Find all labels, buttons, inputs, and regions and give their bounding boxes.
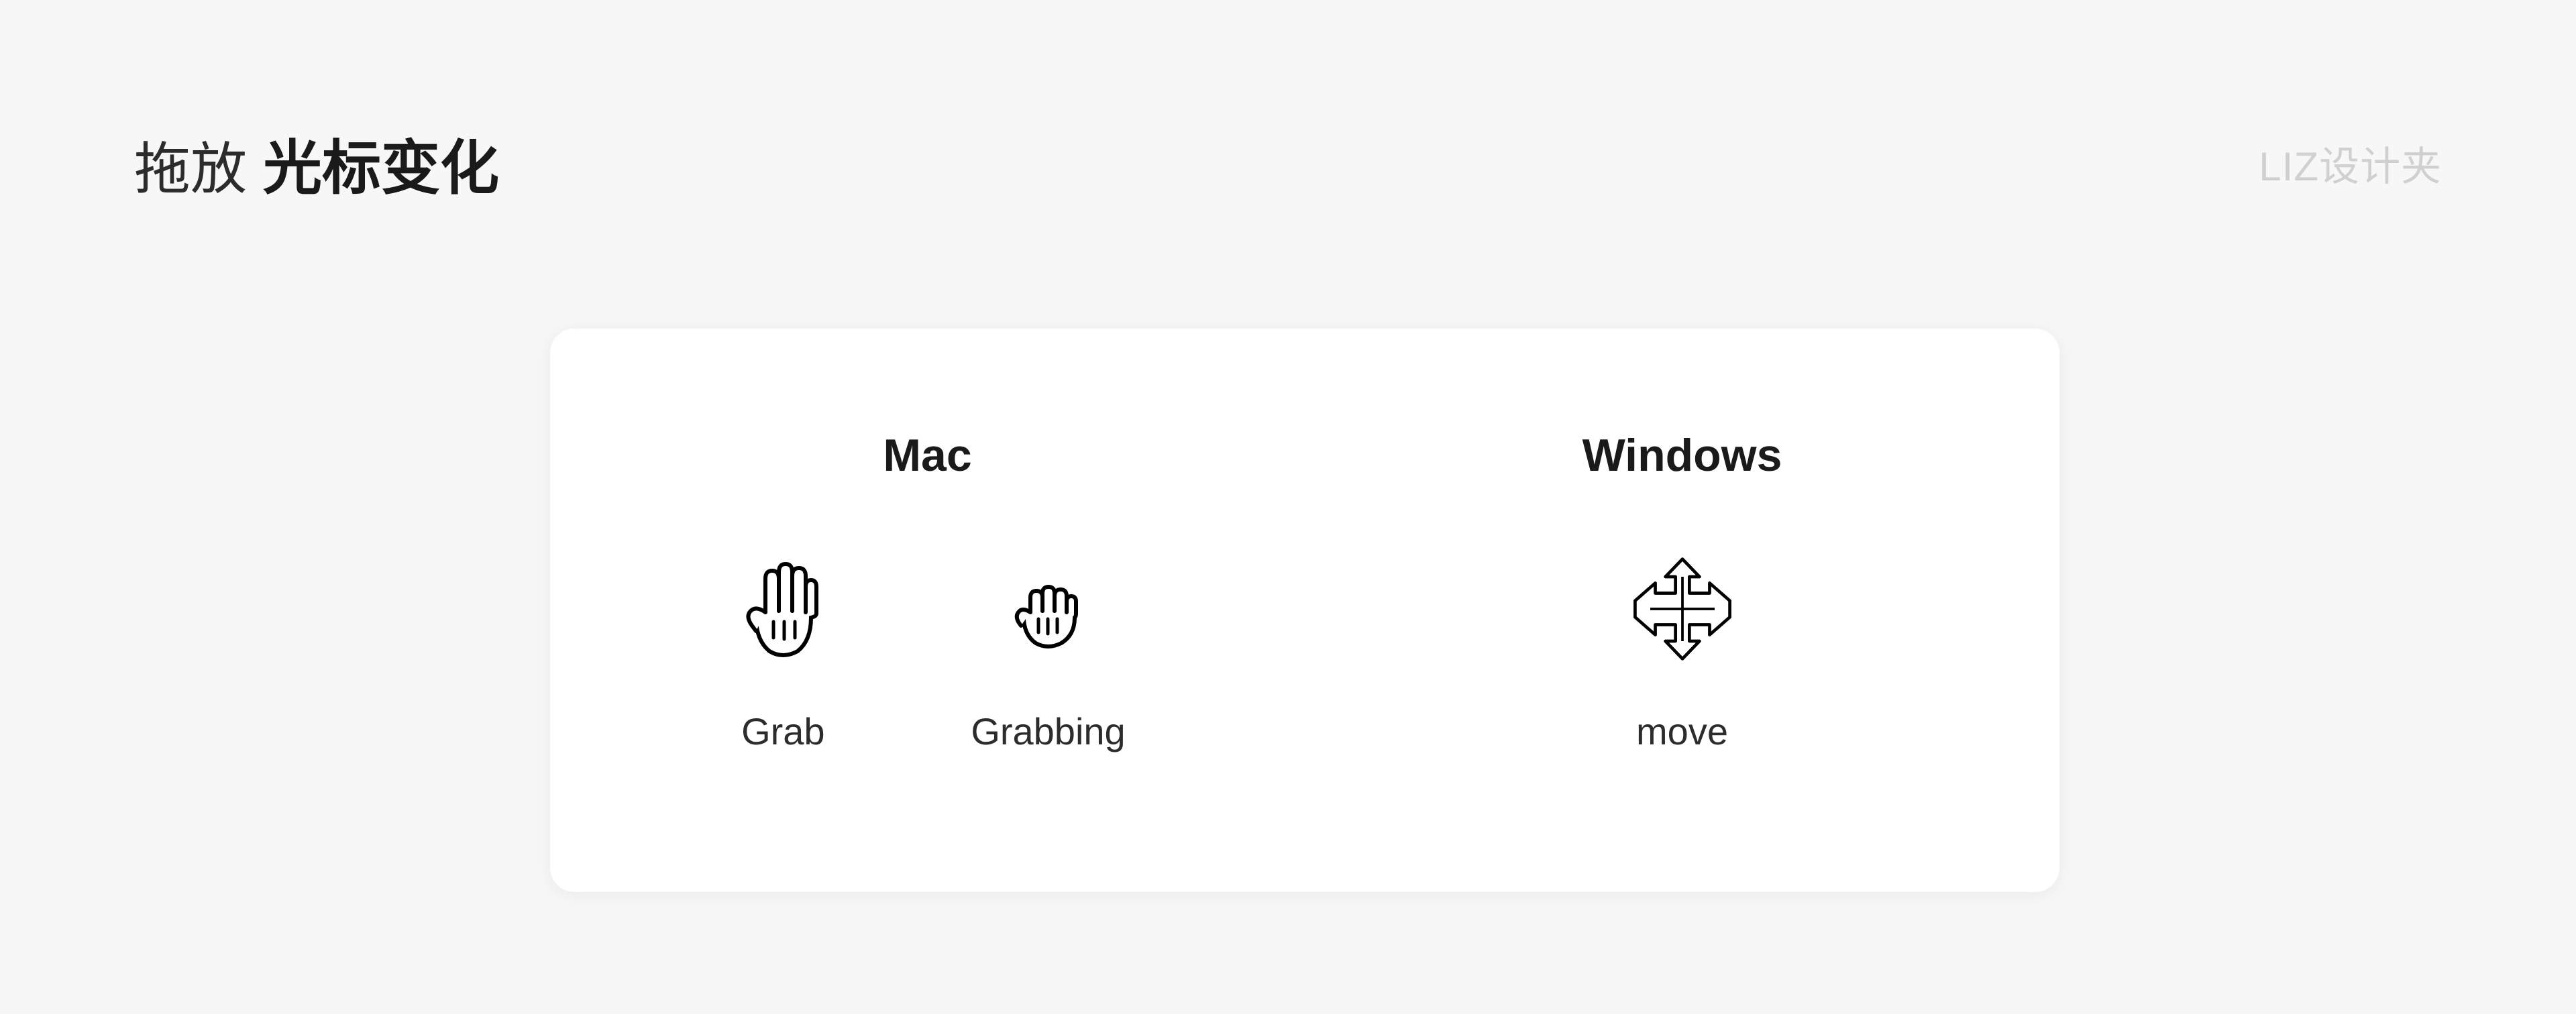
cursor-label-grabbing: Grabbing [971, 710, 1125, 753]
cursor-label-move: move [1636, 710, 1728, 753]
cursor-card: Mac [550, 329, 2059, 892]
cursor-row-windows: move [1629, 555, 1736, 753]
grabbing-hand-icon [995, 555, 1102, 663]
move-cursor-icon [1629, 555, 1736, 663]
column-mac: Mac [550, 329, 1305, 892]
cursor-item-grab: Grab [729, 555, 837, 753]
page: 拖放 光标变化 LIZ设计夹 Mac [0, 0, 2576, 1014]
title-prefix: 拖放 [134, 124, 247, 205]
watermark: LIZ设计夹 [2259, 134, 2442, 192]
grab-hand-icon [729, 555, 837, 663]
column-heading-windows: Windows [1582, 429, 1782, 482]
cursor-row-mac: Grab [729, 555, 1125, 753]
column-heading-mac: Mac [883, 429, 971, 482]
title-main: 光标变化 [263, 121, 499, 206]
cursor-item-grabbing: Grabbing [971, 555, 1125, 753]
column-windows: Windows [1305, 329, 2059, 892]
cursor-label-grab: Grab [741, 710, 825, 753]
header: 拖放 光标变化 LIZ设计夹 [134, 121, 2442, 206]
cursor-item-move: move [1629, 555, 1736, 753]
page-title: 拖放 光标变化 [134, 121, 499, 206]
